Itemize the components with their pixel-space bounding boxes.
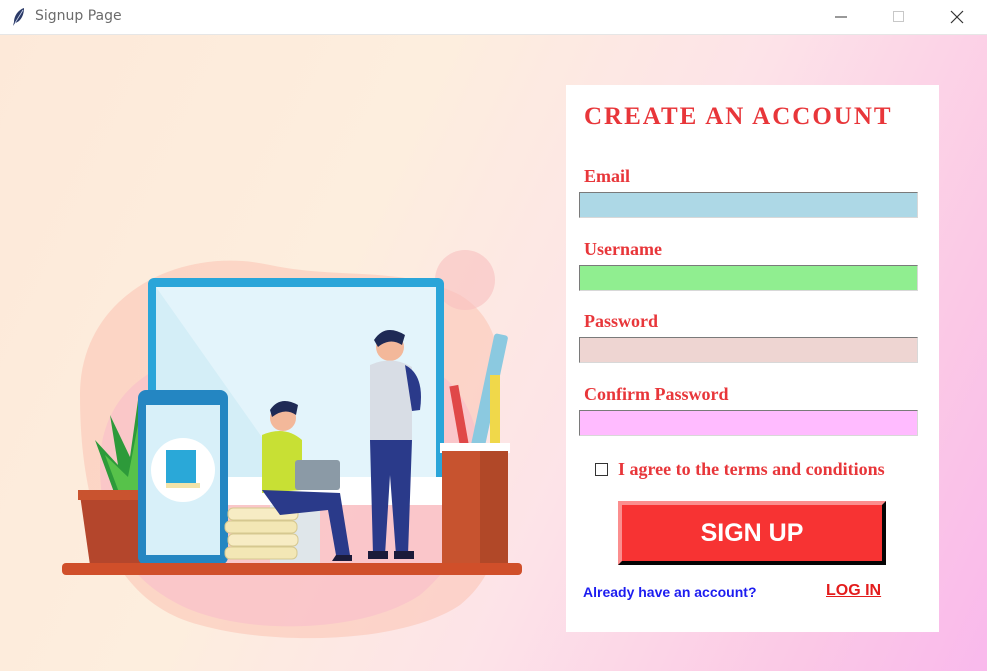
close-button[interactable] <box>934 0 980 34</box>
already-account-text: Already have an account? <box>583 584 757 600</box>
username-field[interactable] <box>579 265 918 291</box>
terms-label[interactable]: I agree to the terms and conditions <box>618 459 885 480</box>
background-canvas: CREATE AN ACCOUNT Email Username Passwor… <box>0 35 987 671</box>
confirm-password-label: Confirm Password <box>584 384 729 404</box>
workspace-illustration <box>62 250 522 639</box>
minimize-button[interactable] <box>818 0 864 34</box>
username-label: Username <box>584 239 662 259</box>
signup-button[interactable]: SIGN UP <box>618 501 886 565</box>
login-link[interactable]: LOG IN <box>826 582 881 600</box>
email-field[interactable] <box>579 192 918 218</box>
maximize-button[interactable] <box>876 0 922 34</box>
email-label: Email <box>584 166 631 186</box>
password-label: Password <box>584 311 659 331</box>
window-title: Signup Page <box>35 8 122 24</box>
password-field[interactable] <box>579 337 918 363</box>
maximize-icon <box>893 11 904 22</box>
minimize-icon <box>835 16 847 18</box>
confirm-password-field[interactable] <box>579 410 918 436</box>
feather-icon <box>13 8 24 26</box>
signup-panel: CREATE AN ACCOUNT Email Username Passwor… <box>566 85 939 632</box>
close-icon <box>950 10 964 24</box>
terms-checkbox[interactable] <box>595 463 608 476</box>
page-title: CREATE AN ACCOUNT <box>584 103 893 130</box>
title-bar: Signup Page <box>0 0 987 35</box>
terms-row: I agree to the terms and conditions <box>595 459 885 480</box>
